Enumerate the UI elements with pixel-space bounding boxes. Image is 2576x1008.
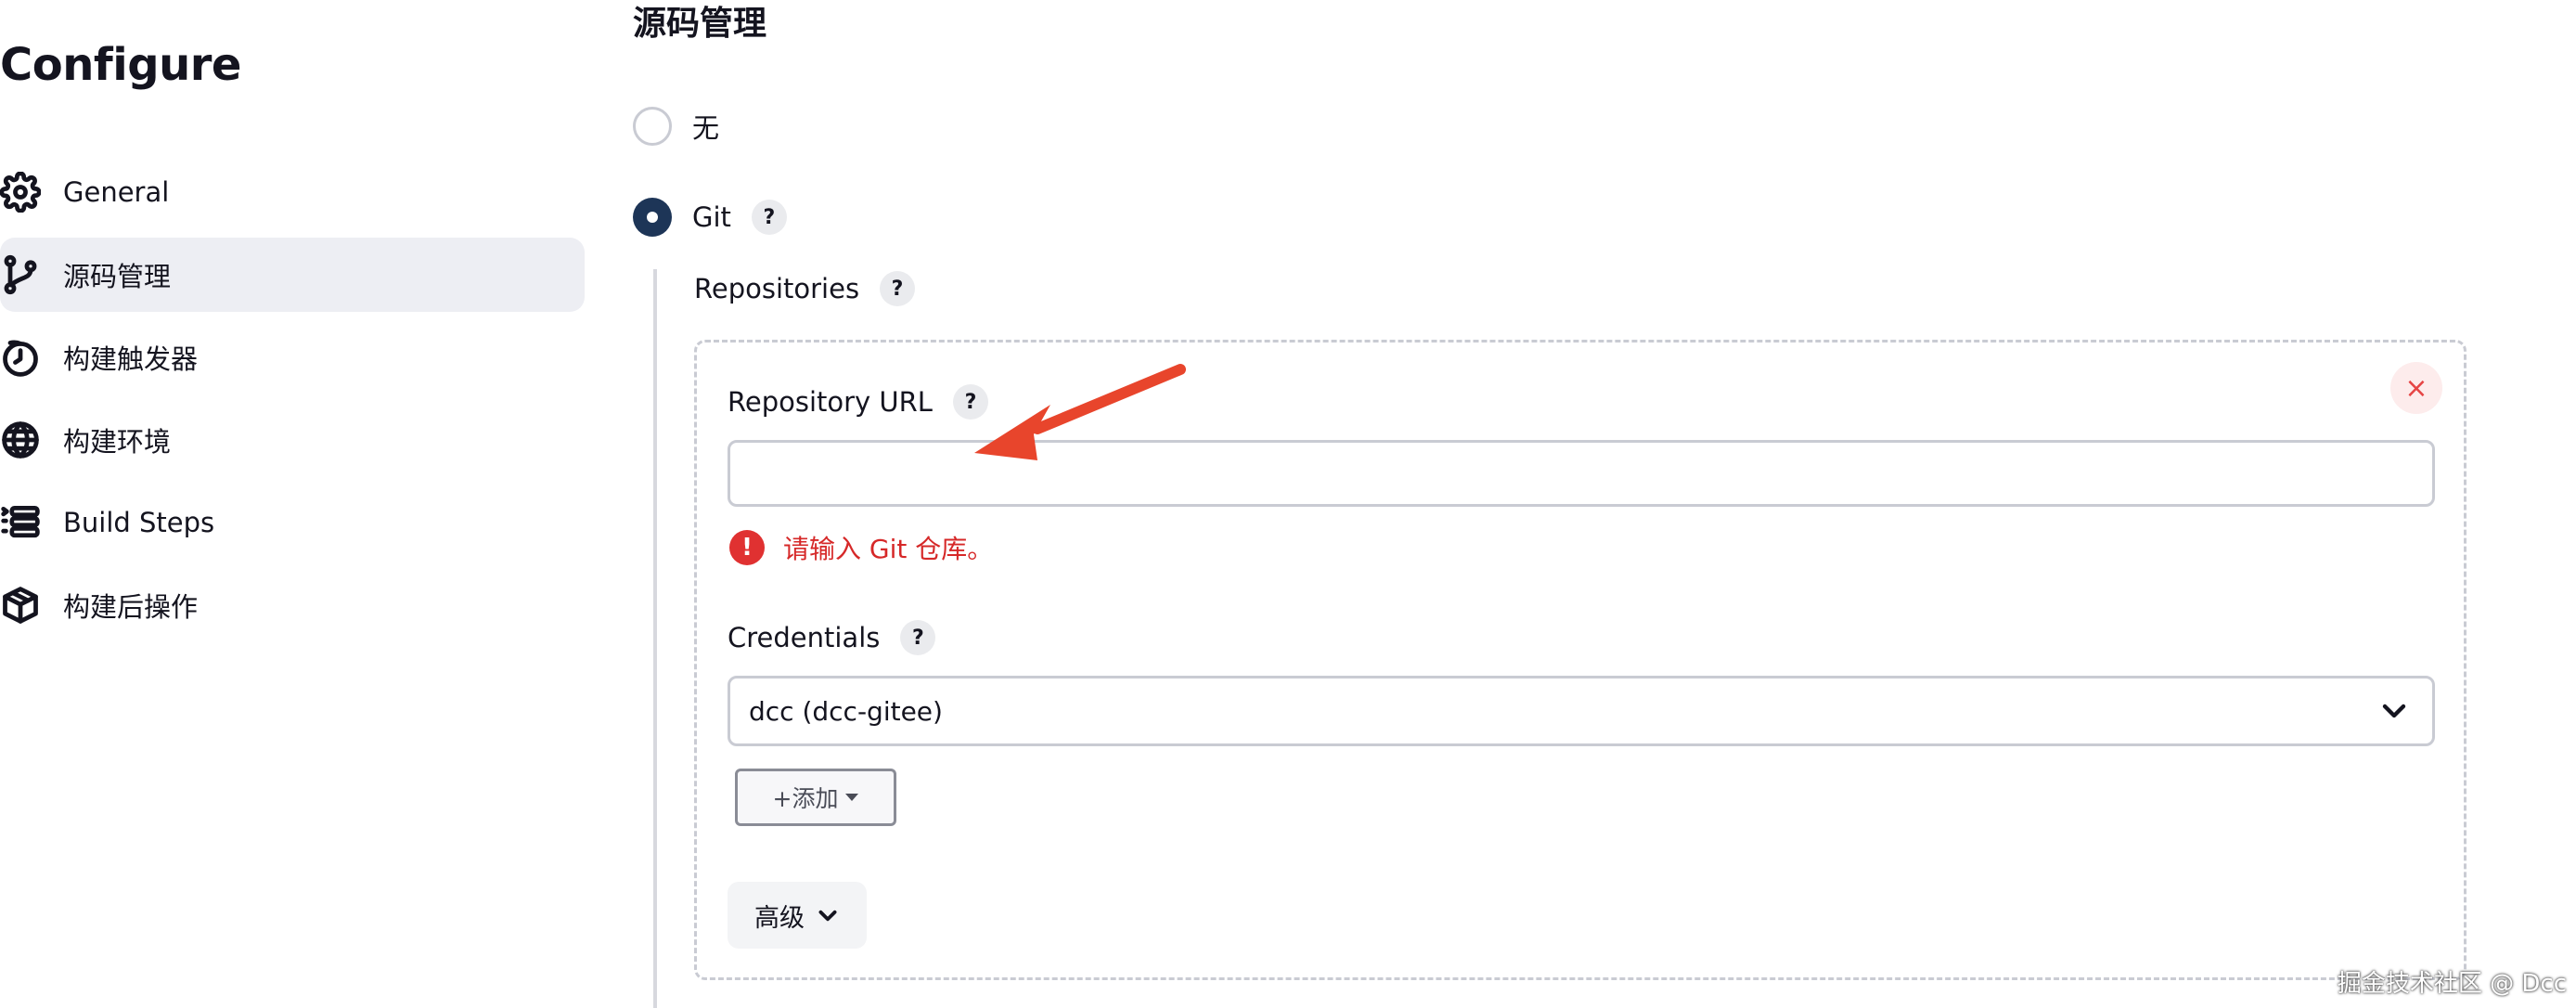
configure-page: Configure General 源码管理 构建触发器 构建环境 Build … [0,0,2576,1008]
chevron-down-icon [2380,697,2408,725]
field-label-text: Repository URL [728,386,933,418]
help-icon[interactable]: ? [952,384,988,420]
validation-error: ! 请输入 Git 仓库。 [729,529,993,566]
radio-none[interactable] [633,107,672,146]
error-message: 请输入 Git 仓库。 [783,534,994,564]
help-icon[interactable]: ? [880,271,916,306]
sidebar-item-build-steps[interactable]: Build Steps [0,485,585,560]
sidebar-item-label: Build Steps [63,507,215,538]
field-label-text: Repositories [694,273,860,304]
caret-down-icon [845,794,859,801]
radio-label: 无 [692,112,720,144]
chevron-down-icon [818,910,837,922]
sidebar-item-label: 构建环境 [63,426,172,458]
credentials-label: Credentials ? [728,620,936,655]
repository-url-label: Repository URL ? [728,384,988,420]
add-credentials-button[interactable]: +添加 [735,769,896,826]
section-title: 源码管理 [633,5,767,43]
help-icon[interactable]: ? [751,200,787,235]
sidebar: General 源码管理 构建触发器 构建环境 Build Steps 构建后操… [0,155,585,651]
list-icon [0,502,41,543]
radio-label: Git [692,201,731,233]
credentials-select[interactable]: dcc (dcc-gitee) [728,676,2435,746]
add-button-label: +添加 [772,785,839,812]
watermark: 掘金技术社区 @ Dcc [2337,970,2567,998]
help-icon[interactable]: ? [900,620,936,655]
sidebar-item-label: 构建触发器 [63,343,199,375]
sidebar-item-post-build-actions[interactable]: 构建后操作 [0,568,585,642]
sidebar-item-label: 构建后操作 [63,591,199,623]
radio-git[interactable] [633,198,672,237]
scm-option-none[interactable]: 无 [633,107,719,146]
git-branch-icon [0,254,41,295]
close-icon[interactable]: × [2390,362,2442,414]
sidebar-item-source-code[interactable]: 源码管理 [0,238,585,312]
gear-icon [0,172,41,213]
sidebar-item-general[interactable]: General [0,155,585,229]
repository-container [694,340,2467,980]
package-icon [0,585,41,626]
error-icon: ! [729,530,765,565]
field-label-text: Credentials [728,622,881,653]
sidebar-item-label: General [63,176,170,208]
scm-option-git[interactable]: Git ? [633,198,787,237]
repository-url-input[interactable] [728,440,2435,507]
page-title: Configure [0,39,241,91]
advanced-button-label: 高级 [754,903,805,933]
section-divider [653,269,657,1008]
credentials-selected-value: dcc (dcc-gitee) [749,695,943,727]
globe-icon [0,420,41,460]
sidebar-item-build-environment[interactable]: 构建环境 [0,403,585,477]
repositories-label: Repositories ? [694,271,916,306]
sidebar-item-build-triggers[interactable]: 构建触发器 [0,320,585,394]
advanced-button[interactable]: 高级 [728,882,867,949]
clock-icon [0,337,41,378]
sidebar-item-label: 源码管理 [63,261,172,292]
